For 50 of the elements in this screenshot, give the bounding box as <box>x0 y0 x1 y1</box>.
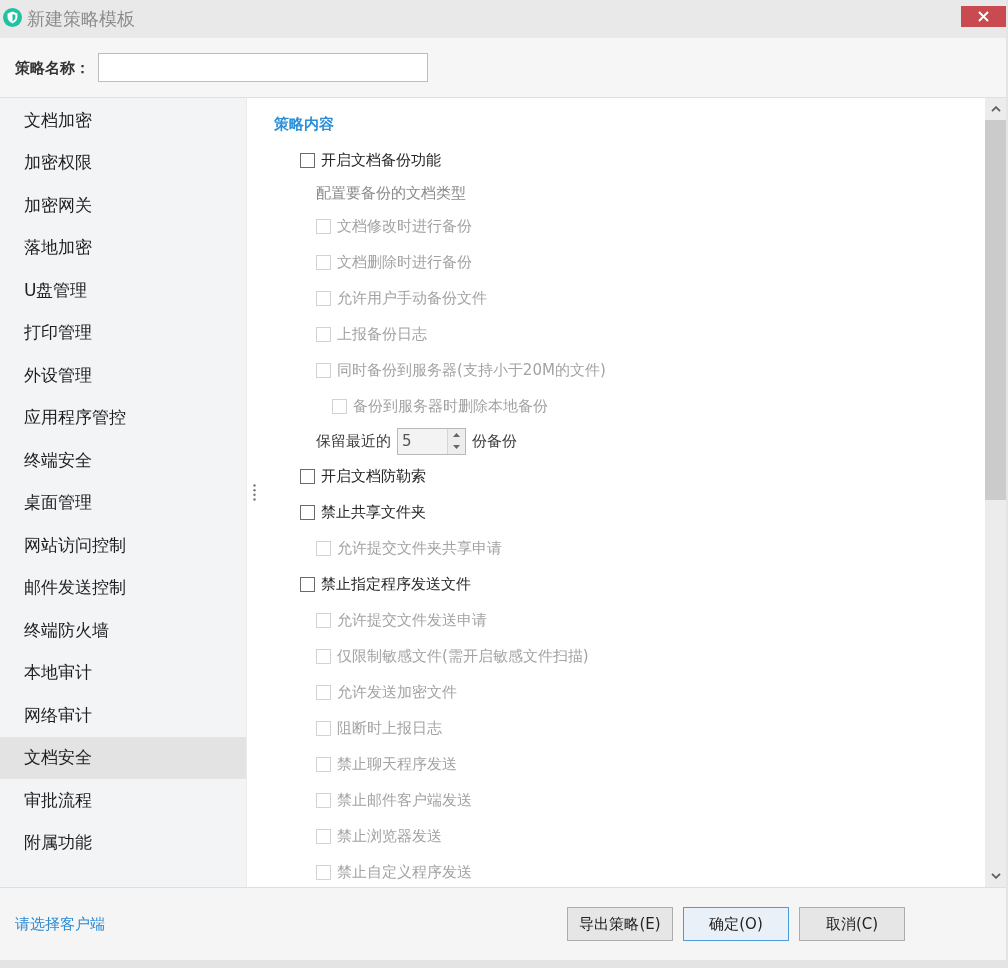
checkbox-label[interactable]: 开启文档备份功能 <box>321 151 441 169</box>
sidebar-item[interactable]: 加密权限 <box>0 141 246 184</box>
caret-down-icon <box>453 445 460 450</box>
close-icon <box>978 11 989 22</box>
dialog-button[interactable]: 导出策略(E) <box>567 907 673 941</box>
checkbox-label[interactable]: 禁止共享文件夹 <box>321 503 426 521</box>
checkbox[interactable] <box>300 468 315 484</box>
sidebar-item[interactable]: 网络审计 <box>0 694 246 737</box>
checkbox[interactable] <box>300 504 315 520</box>
section-caption: 配置要备份的文档类型 <box>316 184 466 202</box>
dialog-button[interactable]: 取消(C) <box>799 907 905 941</box>
checkbox-label[interactable]: 禁止指定程序发送文件 <box>321 575 471 593</box>
window-title: 新建策略模板 <box>27 8 135 30</box>
caret-up-icon <box>453 432 460 437</box>
sidebar-item[interactable]: 终端防火墙 <box>0 609 246 652</box>
spinner-label: 保留最近的 <box>316 432 391 450</box>
splitter-grip-icon[interactable] <box>253 484 256 501</box>
sidebar-item[interactable]: 落地加密 <box>0 226 246 269</box>
section-heading: 策略内容 <box>274 115 334 133</box>
sidebar-item[interactable]: 打印管理 <box>0 311 246 354</box>
field-label: 策略名称： <box>15 58 90 77</box>
number-spinner[interactable]: 5 <box>397 427 466 455</box>
sidebar-item[interactable]: 加密网关 <box>0 184 246 227</box>
sidebar-item[interactable]: 本地审计 <box>0 651 246 694</box>
checkbox[interactable] <box>300 152 315 168</box>
spin-up-button[interactable] <box>448 428 465 441</box>
shield-logo-icon <box>3 8 22 27</box>
checkbox-label[interactable]: 开启文档防勒索 <box>321 467 426 485</box>
sidebar-item[interactable]: 网站访问控制 <box>0 524 246 567</box>
chevron-down-icon <box>990 873 1001 879</box>
sidebar-item[interactable]: 审批流程 <box>0 779 246 822</box>
scrollbar-thumb[interactable] <box>985 120 1006 500</box>
sidebar-item[interactable]: 附属功能 <box>0 821 246 864</box>
sidebar-item[interactable]: U盘管理 <box>0 269 246 312</box>
dialog-button[interactable]: 确定(O) <box>683 907 789 941</box>
select-client-link[interactable]: 请选择客户端 <box>15 915 105 933</box>
spin-down-button[interactable] <box>448 441 465 454</box>
sidebar-item[interactable]: 应用程序管控 <box>0 396 246 439</box>
spinner-unit: 份备份 <box>472 432 517 450</box>
sidebar-item[interactable]: 外设管理 <box>0 354 246 397</box>
sidebar-item[interactable]: 文档安全 <box>0 736 246 779</box>
sidebar-item[interactable]: 终端安全 <box>0 439 246 482</box>
scrollbar-track[interactable] <box>985 98 1006 887</box>
chevron-up-icon <box>990 106 1001 112</box>
close-button[interactable] <box>961 6 1006 27</box>
checkbox[interactable] <box>300 576 315 592</box>
sidebar-item[interactable]: 桌面管理 <box>0 481 246 524</box>
sidebar-item[interactable]: 邮件发送控制 <box>0 566 246 609</box>
sidebar-item[interactable]: 文档加密 <box>0 99 246 142</box>
input-field[interactable] <box>98 53 428 82</box>
